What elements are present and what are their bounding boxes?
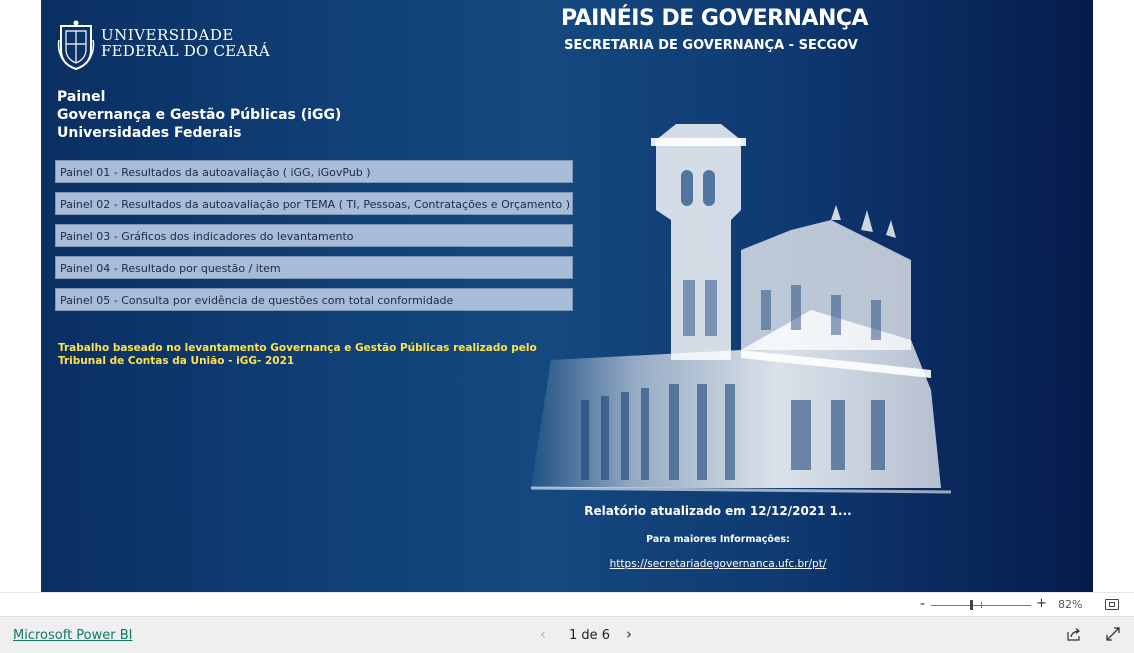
zoom-in-button[interactable]: + [1036, 596, 1047, 611]
power-bi-link[interactable]: Microsoft Power BI [13, 628, 132, 643]
ufc-logo: UNIVERSIDADE FEDERAL DO CEARÁ [57, 18, 270, 70]
page-title: PAINÉIS DE GOVERNANÇA [561, 6, 869, 31]
report-canvas: UNIVERSIDADE FEDERAL DO CEARÁ PAINÉIS DE… [41, 0, 1093, 592]
share-icon[interactable] [1067, 627, 1081, 641]
expand-icon[interactable] [1106, 627, 1120, 641]
ufc-crest-icon [57, 20, 95, 70]
previous-page-button[interactable]: ‹ [540, 625, 546, 643]
zoom-slider-handle[interactable] [969, 600, 973, 610]
page-indicator: 1 de 6 [569, 628, 611, 643]
heading-line-2: Governança e Gestão Públicas (iGG) [57, 107, 342, 123]
heading-line-1: Painel [57, 89, 106, 105]
logo-line-2: FEDERAL DO CEARÁ [101, 42, 270, 60]
zoom-default-tick [981, 602, 982, 608]
building-illustration [530, 124, 952, 494]
zoom-out-button[interactable]: - [920, 596, 925, 612]
page-subtitle: SECRETARIA DE GOVERNANÇA - SECGOV [564, 38, 858, 53]
zoom-percent: 82% [1058, 598, 1083, 611]
last-updated: Relatório atualizado em 12/12/2021 1... [584, 504, 852, 518]
zoom-bar: - + 82% [0, 592, 1134, 617]
secgov-link[interactable]: https://secretariadegovernanca.ufc.br/pt… [581, 558, 855, 570]
next-page-button[interactable]: › [626, 625, 632, 643]
source-note: Trabalho baseado no levantamento Governa… [58, 342, 537, 367]
footer-bar: Microsoft Power BI ‹ 1 de 6 › [0, 616, 1134, 653]
heading-line-3: Universidades Federais [57, 125, 242, 141]
more-info-label: Para maiores Informações: [646, 534, 790, 545]
fit-to-page-icon[interactable] [1105, 599, 1119, 610]
